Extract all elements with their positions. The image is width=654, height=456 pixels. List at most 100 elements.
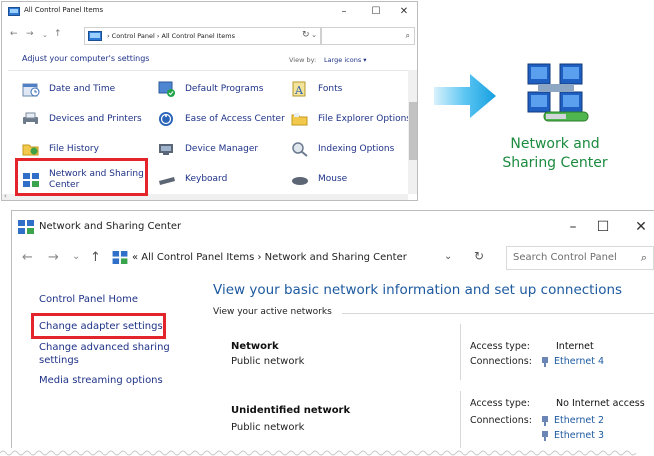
up-button[interactable]: ↑ <box>90 250 101 265</box>
address-field[interactable]: « All Control Panel Items › Network and … <box>108 246 468 270</box>
close-button[interactable]: ✕ <box>392 5 416 19</box>
recent-locations-button[interactable]: ⌄ <box>72 251 80 262</box>
item-label: File History <box>49 143 99 154</box>
item-label: Default Programs <box>185 83 264 94</box>
network-name: Unidentified network <box>231 405 351 416</box>
connection-link[interactable]: Ethernet 3 <box>542 430 604 441</box>
refresh-icon[interactable]: ↻ <box>474 249 484 263</box>
item-file-explorer-options[interactable]: File Explorer Options <box>291 108 411 130</box>
active-networks-label: View your active networks <box>213 307 332 317</box>
torn-edge <box>0 450 637 456</box>
item-label: Ease of Access Center <box>185 113 285 124</box>
scroll-left-icon[interactable]: ‹ <box>4 192 7 200</box>
access-type-value: Internet <box>556 341 594 352</box>
search-icon: ⌕ <box>640 251 647 264</box>
forward-button[interactable]: → <box>48 250 59 265</box>
network-name: Network <box>231 341 279 352</box>
back-button[interactable]: ← <box>10 29 18 39</box>
item-date-and-time[interactable]: Date and Time <box>22 78 115 100</box>
search-input[interactable]: Search Control Panel ⌕ <box>506 246 654 270</box>
page-title: View your basic network information and … <box>213 282 623 298</box>
network-type: Public network <box>231 356 305 367</box>
address-bar: ← → ⌄ ↑ « All Control Panel Items › Netw… <box>12 244 654 272</box>
network-sharing-caption: Network and Sharing Center <box>502 136 608 171</box>
item-keyboard[interactable]: Keyboard <box>158 168 227 190</box>
connection-label: Ethernet 4 <box>554 356 604 367</box>
recent-locations-button[interactable]: ⌄ <box>42 31 48 39</box>
date-time-icon <box>22 83 40 97</box>
item-mouse[interactable]: Mouse <box>291 168 347 190</box>
control-panel-icon <box>88 31 102 41</box>
devices-printers-icon <box>23 112 38 125</box>
arrow-icon <box>434 74 496 118</box>
divider <box>460 391 461 448</box>
mouse-icon <box>292 177 308 185</box>
item-fonts[interactable]: A Fonts <box>291 78 342 100</box>
control-panel-icon <box>8 7 20 16</box>
ethernet-icon <box>542 430 548 441</box>
ethernet-icon <box>542 356 548 367</box>
vertical-scrollbar[interactable] <box>408 70 417 194</box>
window-title: Network and Sharing Center <box>39 221 182 232</box>
window-title: All Control Panel Items <box>24 6 104 14</box>
item-label: Devices and Printers <box>49 113 142 124</box>
network-sharing-large-icon <box>527 63 589 122</box>
highlight-change-adapter <box>31 313 166 339</box>
item-label: Keyboard <box>185 173 228 184</box>
refresh-icon[interactable]: ↻ <box>302 30 310 40</box>
search-input[interactable]: ⌕ <box>320 27 415 45</box>
view-by-label: View by: <box>289 56 317 64</box>
address-bar: ← → ⌄ ↑ › Control Panel › All Control Pa… <box>2 26 417 46</box>
item-label: Indexing Options <box>318 143 395 154</box>
item-ease-of-access[interactable]: Ease of Access Center <box>158 108 285 130</box>
breadcrumb: « All Control Panel Items › Network and … <box>132 252 407 263</box>
connection-link[interactable]: Ethernet 4 <box>542 356 604 367</box>
item-device-manager[interactable]: Device Manager <box>158 138 258 160</box>
indexing-options-icon <box>292 142 308 157</box>
item-label: Mouse <box>318 173 348 184</box>
network-sharing-icon <box>18 220 34 234</box>
minimize-button[interactable]: – <box>332 5 356 19</box>
page-heading: Adjust your computer's settings <box>22 54 150 63</box>
default-programs-icon <box>158 81 175 97</box>
up-button[interactable]: ↑ <box>54 29 62 39</box>
back-button[interactable]: ← <box>22 250 33 265</box>
maximize-button[interactable]: ☐ <box>588 217 618 237</box>
connections-label: Connections: <box>470 415 532 426</box>
address-field[interactable]: › Control Panel › All Control Panel Item… <box>84 27 322 45</box>
keyboard-icon <box>159 177 175 185</box>
svg-text:A: A <box>294 84 304 97</box>
connection-link[interactable]: Ethernet 2 <box>542 415 604 426</box>
item-file-history[interactable]: File History <box>22 138 99 160</box>
breadcrumb: › Control Panel › All Control Panel Item… <box>107 32 235 40</box>
item-devices-and-printers[interactable]: Devices and Printers <box>22 108 142 130</box>
media-streaming-options-link[interactable]: Media streaming options <box>39 374 163 387</box>
search-placeholder: Search Control Panel <box>513 252 617 263</box>
ease-of-access-icon <box>159 112 173 126</box>
divider <box>8 70 408 71</box>
view-by-dropdown[interactable]: Large icons ▾ <box>324 56 367 64</box>
forward-button[interactable]: → <box>26 29 34 39</box>
file-history-icon <box>22 144 39 156</box>
address-dropdown-icon[interactable]: ⌄ <box>444 251 452 262</box>
control-panel-titlebar: All Control Panel Items – ☐ ✕ <box>2 2 417 22</box>
item-default-programs[interactable]: Default Programs <box>158 78 263 100</box>
connection-label: Ethernet 3 <box>554 430 604 441</box>
file-explorer-options-icon <box>291 113 308 126</box>
item-indexing-options[interactable]: Indexing Options <box>291 138 394 160</box>
network-sharing-titlebar: Network and Sharing Center – ☐ ✕ <box>12 211 654 243</box>
control-panel-home-link[interactable]: Control Panel Home <box>39 293 138 306</box>
item-label: Date and Time <box>49 83 116 94</box>
network-sharing-icon <box>112 251 128 264</box>
device-manager-icon <box>159 144 173 155</box>
scrollbar-thumb[interactable] <box>409 102 417 160</box>
minimize-button[interactable]: – <box>558 217 588 237</box>
address-dropdown-icon[interactable]: ⌄ <box>311 31 317 39</box>
access-type-label: Access type: <box>470 398 530 409</box>
connection-label: Ethernet 2 <box>554 415 604 426</box>
fonts-icon: A <box>292 81 306 97</box>
change-advanced-sharing-link[interactable]: Change advanced sharing settings <box>39 341 170 367</box>
maximize-button[interactable]: ☐ <box>364 5 388 19</box>
ethernet-icon <box>542 415 548 426</box>
close-button[interactable]: ✕ <box>626 217 654 237</box>
